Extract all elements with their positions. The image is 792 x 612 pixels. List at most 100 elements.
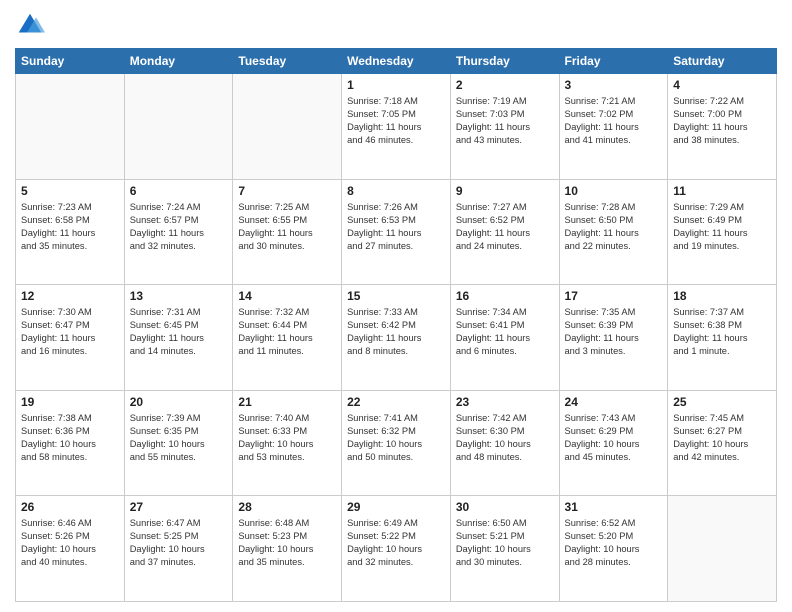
week-row-2: 5 Sunrise: 7:23 AM Sunset: 6:58 PM Daylig… (16, 179, 777, 285)
week-row-4: 19 Sunrise: 7:38 AM Sunset: 6:36 PM Dayli… (16, 390, 777, 496)
day-info: Sunrise: 7:26 AM Sunset: 6:53 PM Dayligh… (347, 201, 445, 253)
day-info: Sunrise: 7:34 AM Sunset: 6:41 PM Dayligh… (456, 306, 554, 358)
day-number: 6 (130, 184, 228, 198)
day-number: 22 (347, 395, 445, 409)
calendar-cell: 6 Sunrise: 7:24 AM Sunset: 6:57 PM Daylig… (124, 179, 233, 285)
day-number: 18 (673, 289, 771, 303)
calendar-cell: 10 Sunrise: 7:28 AM Sunset: 6:50 PM Dayli… (559, 179, 668, 285)
day-number: 31 (565, 500, 663, 514)
day-number: 12 (21, 289, 119, 303)
calendar-cell: 27 Sunrise: 6:47 AM Sunset: 5:25 PM Dayli… (124, 496, 233, 602)
calendar-cell: 20Sunrise: 7:39 AM Sunset: 6:35 PM Dayli… (124, 390, 233, 496)
weekday-header-thursday: Thursday (450, 49, 559, 74)
calendar-cell: 9 Sunrise: 7:27 AM Sunset: 6:52 PM Daylig… (450, 179, 559, 285)
calendar-cell (16, 74, 125, 180)
day-info: Sunrise: 7:28 AM Sunset: 6:50 PM Dayligh… (565, 201, 663, 253)
day-info: Sunrise: 7:22 AM Sunset: 7:00 PM Dayligh… (673, 95, 771, 147)
day-number: 14 (238, 289, 336, 303)
day-info: Sunrise: 7:25 AM Sunset: 6:55 PM Dayligh… (238, 201, 336, 253)
day-info: Sunrise: 7:31 AM Sunset: 6:45 PM Dayligh… (130, 306, 228, 358)
page: SundayMondayTuesdayWednesdayThursdayFrid… (0, 0, 792, 612)
day-number: 7 (238, 184, 336, 198)
day-info: Sunrise: 7:43 AM Sunset: 6:29 PM Dayligh… (565, 412, 663, 464)
day-number: 15 (347, 289, 445, 303)
day-number: 16 (456, 289, 554, 303)
day-number: 28 (238, 500, 336, 514)
calendar-cell: 22 Sunrise: 7:41 AM Sunset: 6:32 PM Dayli… (342, 390, 451, 496)
day-number: 23 (456, 395, 554, 409)
calendar-cell: 15Sunrise: 7:33 AM Sunset: 6:42 PM Dayli… (342, 285, 451, 391)
day-info: Sunrise: 6:48 AM Sunset: 5:23 PM Dayligh… (238, 517, 336, 569)
calendar-cell (668, 496, 777, 602)
day-number: 30 (456, 500, 554, 514)
calendar-cell: 30Sunrise: 6:50 AM Sunset: 5:21 PM Dayli… (450, 496, 559, 602)
calendar-table: SundayMondayTuesdayWednesdayThursdayFrid… (15, 48, 777, 602)
calendar-cell: 13 Sunrise: 7:31 AM Sunset: 6:45 PM Dayli… (124, 285, 233, 391)
weekday-header-friday: Friday (559, 49, 668, 74)
day-info: Sunrise: 7:32 AM Sunset: 6:44 PM Dayligh… (238, 306, 336, 358)
day-info: Sunrise: 7:35 AM Sunset: 6:39 PM Dayligh… (565, 306, 663, 358)
day-info: Sunrise: 7:40 AM Sunset: 6:33 PM Dayligh… (238, 412, 336, 464)
day-number: 21 (238, 395, 336, 409)
day-info: Sunrise: 7:37 AM Sunset: 6:38 PM Dayligh… (673, 306, 771, 358)
day-info: Sunrise: 7:30 AM Sunset: 6:47 PM Dayligh… (21, 306, 119, 358)
day-info: Sunrise: 6:46 AM Sunset: 5:26 PM Dayligh… (21, 517, 119, 569)
logo (15, 10, 47, 40)
calendar-cell: 23 Sunrise: 7:42 AM Sunset: 6:30 PM Dayli… (450, 390, 559, 496)
calendar-cell: 25 Sunrise: 7:45 AM Sunset: 6:27 PM Dayli… (668, 390, 777, 496)
day-info: Sunrise: 7:38 AM Sunset: 6:36 PM Dayligh… (21, 412, 119, 464)
logo-icon (15, 10, 45, 40)
day-number: 10 (565, 184, 663, 198)
day-info: Sunrise: 7:27 AM Sunset: 6:52 PM Dayligh… (456, 201, 554, 253)
calendar-cell: 2 Sunrise: 7:19 AM Sunset: 7:03 PM Daylig… (450, 74, 559, 180)
day-number: 3 (565, 78, 663, 92)
calendar-cell: 3 Sunrise: 7:21 AM Sunset: 7:02 PM Daylig… (559, 74, 668, 180)
calendar-cell: 12 Sunrise: 7:30 AM Sunset: 6:47 PM Dayli… (16, 285, 125, 391)
day-number: 27 (130, 500, 228, 514)
day-number: 25 (673, 395, 771, 409)
day-info: Sunrise: 7:19 AM Sunset: 7:03 PM Dayligh… (456, 95, 554, 147)
calendar-cell: 5 Sunrise: 7:23 AM Sunset: 6:58 PM Daylig… (16, 179, 125, 285)
calendar-cell: 1Sunrise: 7:18 AM Sunset: 7:05 PM Daylig… (342, 74, 451, 180)
day-info: Sunrise: 7:21 AM Sunset: 7:02 PM Dayligh… (565, 95, 663, 147)
day-number: 1 (347, 78, 445, 92)
day-number: 17 (565, 289, 663, 303)
calendar-cell (124, 74, 233, 180)
day-number: 8 (347, 184, 445, 198)
calendar-cell: 4Sunrise: 7:22 AM Sunset: 7:00 PM Daylig… (668, 74, 777, 180)
day-number: 13 (130, 289, 228, 303)
day-info: Sunrise: 7:24 AM Sunset: 6:57 PM Dayligh… (130, 201, 228, 253)
day-number: 24 (565, 395, 663, 409)
day-info: Sunrise: 6:49 AM Sunset: 5:22 PM Dayligh… (347, 517, 445, 569)
day-number: 9 (456, 184, 554, 198)
calendar-cell: 19 Sunrise: 7:38 AM Sunset: 6:36 PM Dayli… (16, 390, 125, 496)
header (15, 10, 777, 40)
weekday-header-monday: Monday (124, 49, 233, 74)
calendar-cell: 29 Sunrise: 6:49 AM Sunset: 5:22 PM Dayli… (342, 496, 451, 602)
day-number: 20 (130, 395, 228, 409)
day-info: Sunrise: 7:45 AM Sunset: 6:27 PM Dayligh… (673, 412, 771, 464)
day-number: 19 (21, 395, 119, 409)
calendar-cell: 28 Sunrise: 6:48 AM Sunset: 5:23 PM Dayli… (233, 496, 342, 602)
day-number: 29 (347, 500, 445, 514)
calendar-cell: 14 Sunrise: 7:32 AM Sunset: 6:44 PM Dayli… (233, 285, 342, 391)
calendar-cell: 18 Sunrise: 7:37 AM Sunset: 6:38 PM Dayli… (668, 285, 777, 391)
calendar-cell: 31 Sunrise: 6:52 AM Sunset: 5:20 PM Dayli… (559, 496, 668, 602)
day-info: Sunrise: 6:52 AM Sunset: 5:20 PM Dayligh… (565, 517, 663, 569)
day-info: Sunrise: 6:47 AM Sunset: 5:25 PM Dayligh… (130, 517, 228, 569)
calendar-cell: 17 Sunrise: 7:35 AM Sunset: 6:39 PM Dayli… (559, 285, 668, 391)
day-info: Sunrise: 7:29 AM Sunset: 6:49 PM Dayligh… (673, 201, 771, 253)
calendar-header-row: SundayMondayTuesdayWednesdayThursdayFrid… (16, 49, 777, 74)
weekday-header-tuesday: Tuesday (233, 49, 342, 74)
week-row-1: 1Sunrise: 7:18 AM Sunset: 7:05 PM Daylig… (16, 74, 777, 180)
day-number: 5 (21, 184, 119, 198)
calendar-cell: 26Sunrise: 6:46 AM Sunset: 5:26 PM Dayli… (16, 496, 125, 602)
day-info: Sunrise: 7:23 AM Sunset: 6:58 PM Dayligh… (21, 201, 119, 253)
week-row-3: 12 Sunrise: 7:30 AM Sunset: 6:47 PM Dayli… (16, 285, 777, 391)
day-info: Sunrise: 7:41 AM Sunset: 6:32 PM Dayligh… (347, 412, 445, 464)
day-number: 2 (456, 78, 554, 92)
calendar-cell: 24 Sunrise: 7:43 AM Sunset: 6:29 PM Dayli… (559, 390, 668, 496)
calendar-cell: 11Sunrise: 7:29 AM Sunset: 6:49 PM Dayli… (668, 179, 777, 285)
week-row-5: 26Sunrise: 6:46 AM Sunset: 5:26 PM Dayli… (16, 496, 777, 602)
day-info: Sunrise: 7:42 AM Sunset: 6:30 PM Dayligh… (456, 412, 554, 464)
